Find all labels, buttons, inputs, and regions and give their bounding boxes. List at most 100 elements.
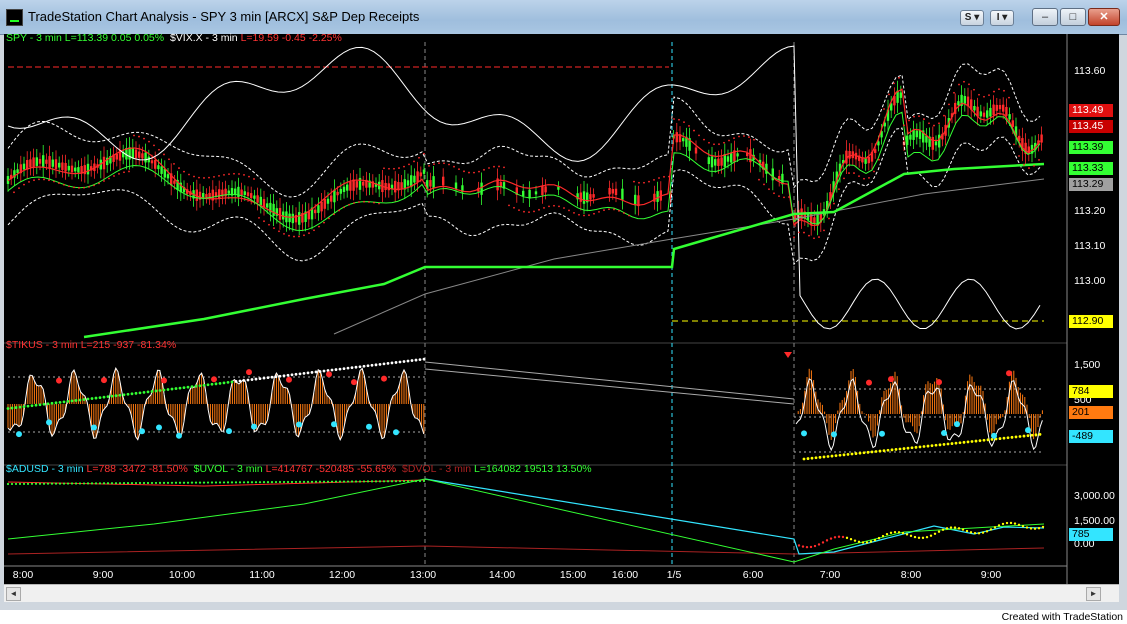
breadth-dot [805, 545, 809, 549]
breadth-dot [350, 480, 354, 483]
breadth-dot [1017, 523, 1021, 526]
parabolic-dot [463, 170, 465, 173]
price-candle [694, 147, 698, 154]
price-candle [323, 199, 326, 209]
price-candle [144, 152, 147, 163]
parabolic-dot [778, 195, 780, 197]
breadth-dot [34, 482, 38, 485]
minimize-button[interactable]: – [1032, 8, 1058, 26]
horizontal-scrollbar[interactable]: ◄ ► [4, 584, 1119, 602]
price-candle [64, 163, 67, 172]
tikus-avg-dot [186, 385, 190, 389]
tikus-low-marker [46, 419, 52, 426]
parabolic-dot [783, 196, 785, 199]
scroll-right-arrow-icon[interactable]: ► [1086, 587, 1101, 601]
scroll-left-arrow-icon[interactable]: ◄ [6, 587, 21, 601]
parabolic-dot [158, 148, 160, 151]
price-candle [138, 151, 141, 158]
parabolic-dot [613, 208, 615, 211]
price-candle [166, 174, 170, 179]
tikus-avg-dot [394, 361, 398, 364]
parabolic-dot [633, 180, 635, 183]
breadth-dot [154, 481, 158, 485]
dvol-label-values: L=164082 19513 13.50% [473, 463, 592, 475]
tikus-avg-dot [382, 362, 386, 366]
price-candle [634, 194, 637, 206]
close-icon: ✕ [1099, 11, 1109, 23]
tikus-avg-dot [334, 368, 338, 371]
parabolic-dot [508, 204, 510, 207]
parabolic-dot [78, 186, 80, 189]
tikus-high-marker [56, 377, 62, 384]
price-candle [253, 195, 256, 199]
tikus-box-cyan: -489 [1069, 430, 1113, 443]
price-candle [16, 169, 19, 174]
breadth-dot [985, 530, 989, 533]
time-axis-label: 10:00 [168, 569, 196, 581]
layout-link-button[interactable]: I ▾ [990, 10, 1014, 26]
price-candle [330, 195, 333, 202]
price-candle [259, 196, 262, 206]
price-candle [262, 199, 266, 208]
parabolic-dot [373, 201, 375, 204]
parabolic-dot [428, 164, 430, 167]
symbol-link-button[interactable]: S ▾ [960, 10, 984, 26]
parabolic-dot [163, 153, 165, 156]
parabolic-dot [483, 168, 485, 171]
chart-area[interactable]: SPY - 3 min L=113.39 0.05 0.05% $VIX.X -… [4, 32, 1119, 584]
parabolic-dot [268, 223, 270, 226]
tikus-avg-dot [342, 367, 346, 371]
breadth-dot [969, 531, 973, 534]
price-candle [723, 154, 726, 167]
price-candle [58, 162, 61, 168]
parabolic-dot [973, 88, 975, 91]
breadth-dot [122, 482, 126, 485]
price-candle [986, 110, 989, 118]
breadth-dot [166, 481, 170, 484]
uvol-line [7, 478, 426, 540]
breadth-dot [42, 482, 46, 485]
breadth-dot [306, 480, 310, 483]
tikus-avg-dot [258, 377, 262, 380]
chart-canvas[interactable] [4, 34, 1119, 584]
tikus-avg-dot [926, 444, 930, 448]
tikus-avg-dot [822, 455, 826, 459]
parabolic-dot [243, 174, 245, 176]
breadth-dot [813, 544, 817, 548]
breadth-dot [913, 535, 917, 539]
parabolic-dot [808, 234, 810, 237]
tikus-avg-dot [950, 442, 954, 445]
parabolic-dot [898, 76, 900, 79]
tikus-avg-dot [366, 364, 370, 368]
tikus-avg-dot [842, 453, 846, 457]
price-candle [422, 169, 426, 174]
maximize-button[interactable]: □ [1060, 8, 1086, 26]
breadth-dot [973, 531, 977, 535]
breadth-dot [382, 480, 386, 483]
parabolic-dot [963, 80, 965, 83]
parabolic-dot [283, 232, 285, 235]
price-candle [406, 180, 410, 186]
tikus-avg-dot [930, 444, 934, 448]
price-candle [141, 153, 144, 159]
price-candle [710, 156, 714, 168]
tikus-avg-dot [802, 457, 806, 461]
tikus-avg-dot [34, 403, 38, 407]
tikus-avg-dot [26, 404, 30, 408]
title-bar[interactable]: TradeStation Chart Analysis - SPY 3 min … [0, 0, 1127, 35]
price-candle [320, 201, 323, 212]
parabolic-dot [213, 175, 215, 178]
parabolic-dot [988, 94, 990, 97]
breadth-dot [294, 480, 298, 484]
parabolic-dot [798, 231, 800, 234]
breadth-dot [809, 545, 813, 549]
tikus-avg-dot [6, 407, 10, 410]
price-candle [355, 181, 358, 188]
breadth-dot [861, 541, 865, 544]
parabolic-dot [253, 178, 255, 180]
time-axis-label: 6:00 [742, 569, 764, 581]
parabolic-dot [388, 167, 390, 170]
moving-average-red [7, 88, 1041, 227]
close-button[interactable]: ✕ [1088, 8, 1120, 26]
parabolic-dot [443, 162, 445, 165]
